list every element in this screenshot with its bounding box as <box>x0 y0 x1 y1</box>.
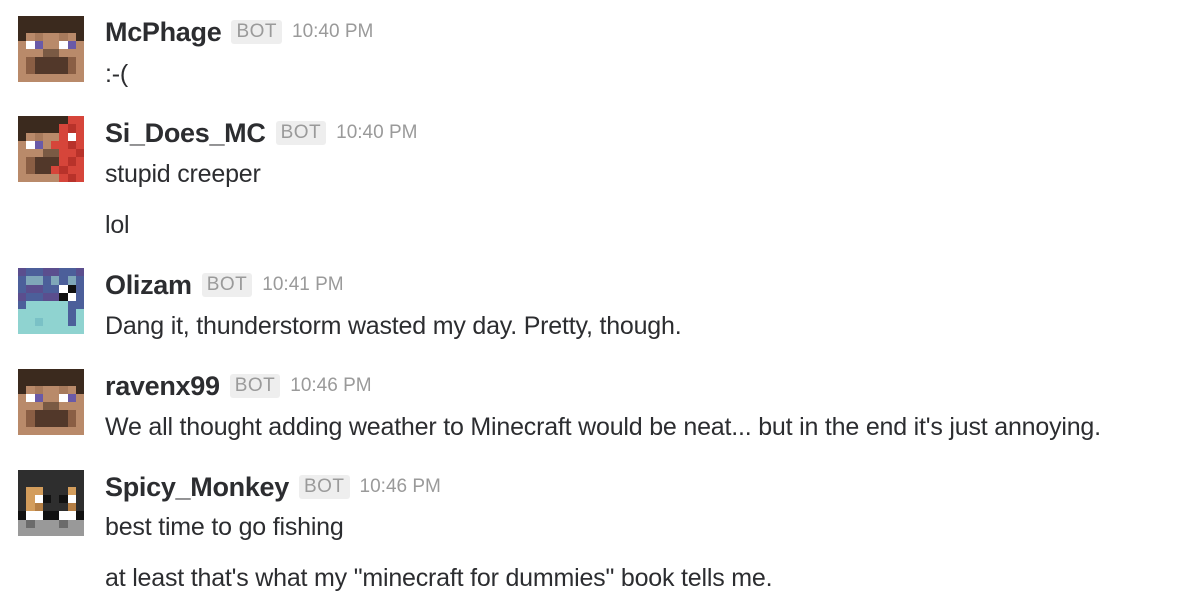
author-name[interactable]: Si_Does_MC <box>105 118 266 149</box>
bot-badge: BOT <box>231 20 282 44</box>
message-text: best time to go fishing <box>105 513 344 541</box>
author-name[interactable]: ravenx99 <box>105 371 220 402</box>
author-name[interactable]: Spicy_Monkey <box>105 472 289 503</box>
minecraft-steve-skin-icon[interactable] <box>18 16 84 82</box>
message-text: :-( <box>105 60 128 88</box>
bot-badge: BOT <box>201 273 253 297</box>
message-header: Spicy_Monkey BOT 10:46 PM <box>105 467 441 507</box>
message-text: stupid creeper <box>105 160 261 188</box>
bot-badge: BOT <box>275 121 327 145</box>
minecraft-purple-hair-skin-icon[interactable] <box>18 268 84 334</box>
message-text: Dang it, thunderstorm wasted my day. Pre… <box>105 312 682 340</box>
author-name[interactable]: Olizam <box>105 270 192 301</box>
timestamp[interactable]: 10:46 PM <box>290 375 371 397</box>
author-name[interactable]: McPhage <box>105 17 222 48</box>
message-header: McPhage BOT 10:40 PM <box>105 12 373 52</box>
minecraft-steve-skin-icon[interactable] <box>18 369 84 435</box>
message-text: We all thought adding weather to Minecra… <box>105 413 1101 441</box>
bot-badge: BOT <box>229 374 281 398</box>
message-header: Si_Does_MC BOT 10:40 PM <box>105 113 417 153</box>
timestamp[interactable]: 10:40 PM <box>292 21 373 43</box>
message-header: ravenx99 BOT 10:46 PM <box>105 366 372 406</box>
message-text: at least that's what my "minecraft for d… <box>105 564 773 592</box>
minecraft-red-skin-icon[interactable] <box>18 116 84 182</box>
timestamp[interactable]: 10:40 PM <box>336 122 417 144</box>
minecraft-monkey-skin-icon[interactable] <box>18 470 84 536</box>
bot-badge: BOT <box>298 475 350 499</box>
timestamp[interactable]: 10:46 PM <box>360 476 441 498</box>
message-header: Olizam BOT 10:41 PM <box>105 265 344 305</box>
timestamp[interactable]: 10:41 PM <box>262 274 343 296</box>
message-text: lol <box>105 211 130 239</box>
